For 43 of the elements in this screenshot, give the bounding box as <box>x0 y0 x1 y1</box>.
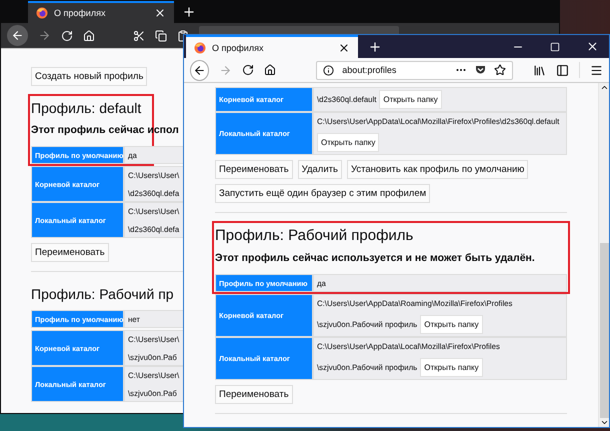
profile-action-button[interactable]: Установить как профиль по умолчанию <box>346 160 528 179</box>
browser-tab[interactable]: О профилях <box>186 35 358 58</box>
profile-action-button[interactable]: Переименовать <box>215 385 293 404</box>
scroll-down-icon[interactable] <box>600 418 608 427</box>
profile-heading: Профиль: Рабочий пр <box>31 285 174 304</box>
cut-icon[interactable] <box>133 30 145 42</box>
back-button[interactable] <box>7 25 28 46</box>
open-folder-button[interactable]: Открыть папку <box>420 358 483 377</box>
profile-action-button[interactable]: Переименовать <box>215 160 293 179</box>
close-icon[interactable] <box>154 7 166 19</box>
menu-icon[interactable] <box>590 64 603 76</box>
sidebar-icon[interactable] <box>556 64 570 76</box>
home-icon[interactable] <box>264 64 276 76</box>
maximize-icon[interactable] <box>550 42 560 52</box>
back-arrow-icon <box>193 64 206 76</box>
profile-heading: Профиль: Рабочий профиль <box>215 226 414 246</box>
profile-action-button[interactable]: Удалить <box>298 160 342 179</box>
close-icon[interactable] <box>338 42 350 54</box>
profile-notice: Этот профиль сейчас используется и не может быть удалён. <box>215 252 535 266</box>
back-button[interactable] <box>190 60 210 80</box>
browser-logo-icon <box>194 42 206 54</box>
address-field[interactable]: about:profiles <box>316 60 514 80</box>
open-folder-button[interactable]: Открыть папку <box>420 315 483 334</box>
star-icon[interactable] <box>494 64 506 76</box>
reload-icon[interactable] <box>242 64 254 76</box>
profile-action-button[interactable]: Запустить ещё один браузер с этим профилем <box>215 184 430 203</box>
pocket-icon[interactable] <box>475 65 486 75</box>
open-folder-button[interactable]: Открыть папку <box>317 133 380 152</box>
back-arrow-icon <box>11 29 24 42</box>
copy-icon[interactable] <box>155 30 167 42</box>
library-icon[interactable] <box>533 64 546 76</box>
create-profile-button[interactable]: Создать новый профиль <box>31 67 148 86</box>
browser-logo-icon <box>36 7 48 19</box>
scroll-thumb[interactable] <box>600 243 608 418</box>
info-icon <box>323 64 334 76</box>
browser-tab[interactable]: О профилях <box>28 1 174 23</box>
scrollbar[interactable] <box>598 83 609 427</box>
close-icon[interactable] <box>586 40 599 53</box>
scroll-up-icon[interactable] <box>600 83 608 92</box>
open-folder-button[interactable]: Открыть папку <box>379 90 442 109</box>
profile-action-button[interactable]: Переименовать <box>31 243 109 262</box>
forward-icon[interactable] <box>38 29 51 42</box>
profile-heading: Профиль: default <box>31 99 142 118</box>
